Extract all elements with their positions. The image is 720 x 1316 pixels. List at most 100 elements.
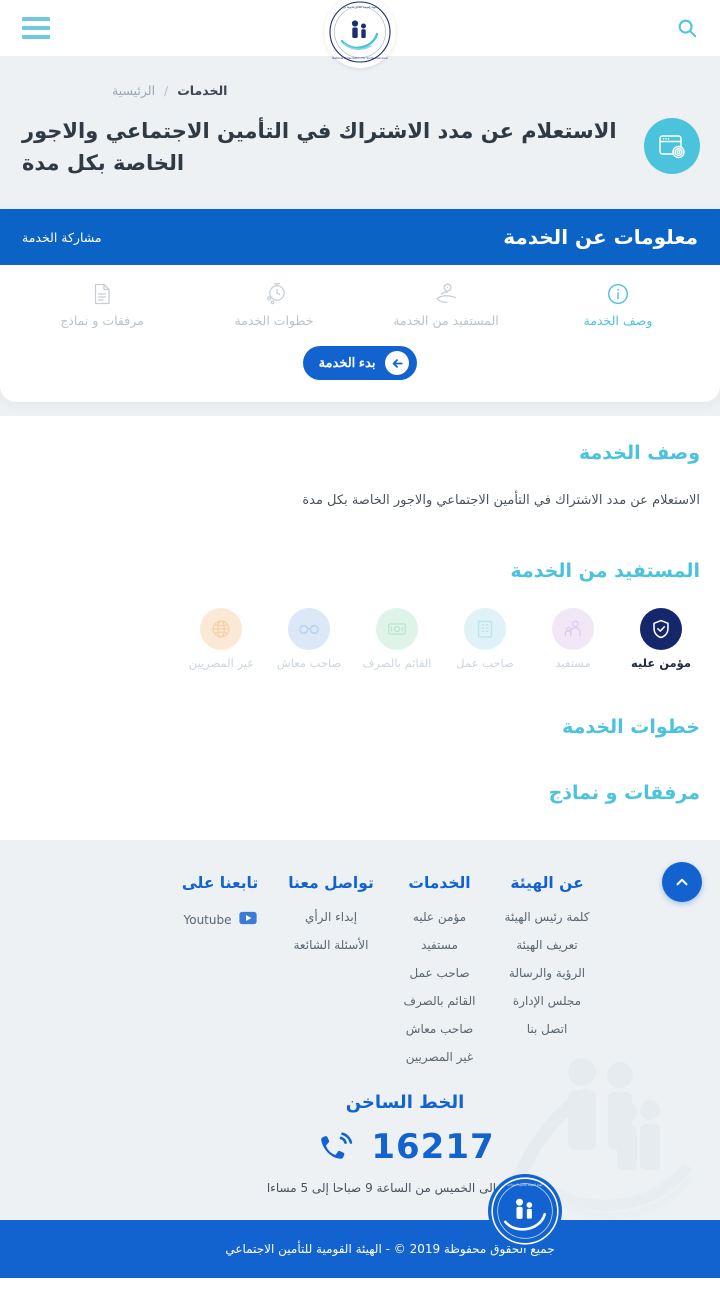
service-tabs: وصف الخدمة المستفيد من الخدمة خطوات الخد… <box>0 265 720 332</box>
top-bar: الهيئة القومية للتأمين الاجتماعي Nationa… <box>0 0 720 68</box>
scroll-to-top-button[interactable] <box>662 862 702 902</box>
footer-link[interactable]: إبداء الرأي <box>275 910 387 924</box>
hamburger-bar <box>22 26 50 30</box>
section-heading: وصف الخدمة <box>578 442 700 464</box>
social-label: Youtube <box>183 912 232 927</box>
service-info-title: معلومات عن الخدمة <box>503 225 698 249</box>
phone-ring-icon <box>315 1125 355 1169</box>
hamburger-bar <box>22 17 50 21</box>
page-title: الاستعلام عن مدد الاشتراك في التأمين الا… <box>22 119 617 175</box>
tab-service-description[interactable]: وصف الخدمة <box>532 281 704 328</box>
section-beneficiary: المستفيد من الخدمة مؤمن عليه مستفيد صاحب… <box>20 560 700 670</box>
footer-column-title: تواصل معنا <box>288 874 374 893</box>
footer-link[interactable]: الرؤية والرسالة <box>492 966 602 980</box>
footer-columns: عن الهيئة كلمة رئيس الهيئة تعريف الهيئة … <box>22 874 698 1078</box>
section-heading: مرفقات و نماذج <box>548 782 700 805</box>
arrow-left-circle-icon <box>385 351 410 375</box>
footer-link[interactable]: القائم بالصرف <box>387 994 492 1008</box>
hamburger-bar <box>22 35 50 39</box>
beneficiary-item-pensioner[interactable]: صاحب معاش <box>272 608 346 670</box>
beneficiary-label: غير المصريين <box>188 656 254 671</box>
section-heading: خطوات الخدمة <box>562 716 700 739</box>
tab-label: خطوات الخدمة <box>234 313 314 328</box>
beneficiary-item-insured[interactable]: مؤمن عليه <box>624 608 698 670</box>
section-attachments: مرفقات و نماذج <box>20 782 700 804</box>
hotline-number[interactable]: 16217 <box>371 1127 494 1167</box>
family-person-icon <box>552 608 594 651</box>
beneficiary-label: صاحب معاش <box>276 656 342 671</box>
tab-service-beneficiary[interactable]: المستفيد من الخدمة <box>360 281 532 328</box>
footer-link[interactable]: مجلس الإدارة <box>492 994 602 1008</box>
start-service-label: بدء الخدمة <box>318 355 376 370</box>
main-content: وصف الخدمة الاستعلام عن مدد الاشتراك في … <box>0 416 720 841</box>
beneficiary-list: مؤمن عليه مستفيد صاحب عمل القائم بالصرف … <box>20 608 700 670</box>
breadcrumb-separator: / <box>164 83 169 98</box>
money-icon <box>376 608 418 651</box>
info-circle-icon <box>606 281 630 307</box>
beneficiary-item-recipient[interactable]: مستفيد <box>536 608 610 670</box>
hotline-title: الخط الساخن <box>345 1092 465 1114</box>
footer-link[interactable]: تعريف الهيئة <box>492 938 602 952</box>
footer-column-title: الخدمات <box>408 874 471 893</box>
footer-link[interactable]: غير المصريين <box>387 1050 492 1064</box>
tab-label: المستفيد من الخدمة <box>393 313 499 328</box>
beneficiary-item-non-egyptians[interactable]: غير المصريين <box>184 608 258 670</box>
footer-link[interactable]: مؤمن عليه <box>387 910 492 924</box>
footer-column-title: تابعنا على <box>181 874 259 893</box>
site-logo[interactable]: الهيئة القومية للتأمين الاجتماعي Nationa… <box>324 0 396 68</box>
globe-icon <box>200 608 242 651</box>
svg-text:National Organization For Soci: National Organization For Social Insuran… <box>332 56 388 60</box>
footer-column-services: الخدمات مؤمن عليه مستفيد صاحب عمل القائم… <box>387 874 492 1078</box>
chevron-up-icon <box>676 878 688 886</box>
svg-text:الهيئة القومية للتأمين الاجتما: الهيئة القومية للتأمين الاجتماعي <box>507 1182 543 1186</box>
hand-person-icon <box>433 281 459 307</box>
beneficiary-label: مؤمن عليه <box>630 656 692 671</box>
search-icon[interactable] <box>672 13 702 43</box>
service-card-wrapper: معلومات عن الخدمة مشاركة الخدمة وصف الخد… <box>0 209 720 416</box>
footer-link[interactable]: صاحب معاش <box>387 1022 492 1036</box>
service-info-card: معلومات عن الخدمة مشاركة الخدمة وصف الخد… <box>0 209 720 402</box>
hero-row: الاستعلام عن مدد الاشتراك في التأمين الا… <box>20 116 700 179</box>
hamburger-menu-icon[interactable] <box>18 14 50 42</box>
copyright-bar: الهيئة القومية للتأمين الاجتماعي جميع ال… <box>0 1174 720 1279</box>
start-service-wrapper: بدء الخدمة <box>0 332 720 402</box>
footer-link[interactable]: صاحب عمل <box>387 966 492 980</box>
beneficiary-item-disburser[interactable]: القائم بالصرف <box>360 608 434 670</box>
svg-text:الهيئة القومية للتأمين الاجتما: الهيئة القومية للتأمين الاجتماعي <box>343 5 377 9</box>
service-description-text: الاستعلام عن مدد الاشتراك في التأمين الا… <box>302 493 700 508</box>
hotline-row: 16217 <box>112 1125 698 1169</box>
hotline-block: الخط الساخن 16217 من الأحد إلى الخميس من… <box>22 1092 698 1195</box>
footer-link[interactable]: كلمة رئيس الهيئة <box>492 910 602 924</box>
footer-link[interactable]: مستفيد <box>387 938 492 952</box>
beneficiary-item-employer[interactable]: صاحب عمل <box>448 608 522 670</box>
youtube-icon <box>238 910 257 929</box>
document-icon <box>91 281 113 307</box>
tab-service-steps[interactable]: خطوات الخدمة <box>188 281 360 328</box>
footer-seal-logo: الهيئة القومية للتأمين الاجتماعي <box>488 1174 562 1249</box>
breadcrumb: الخدمات / الرئيسية <box>20 83 700 98</box>
glasses-icon <box>288 608 330 651</box>
site-footer: عن الهيئة كلمة رئيس الهيئة تعريف الهيئة … <box>0 840 720 1221</box>
breadcrumb-home[interactable]: الرئيسية <box>112 83 155 98</box>
tab-label: وصف الخدمة <box>583 313 653 328</box>
footer-column-follow: تابعنا على Youtube <box>165 874 275 1078</box>
footer-link[interactable]: اتصل بنا <box>492 1022 602 1036</box>
tab-attachments-forms[interactable]: مرفقات و نماذج <box>16 281 188 328</box>
footer-column-title: عن الهيئة <box>510 874 584 893</box>
shield-check-icon <box>640 608 682 651</box>
hotline-hours: من الأحد إلى الخميس من الساعة 9 صباحا إل… <box>266 1181 544 1196</box>
footer-column-contact: تواصل معنا إبداء الرأي الأسئلة الشائعة <box>275 874 387 1078</box>
page-root: الهيئة القومية للتأمين الاجتماعي Nationa… <box>0 0 720 1316</box>
start-service-button[interactable]: بدء الخدمة <box>302 346 418 380</box>
social-link-youtube[interactable]: Youtube <box>165 910 275 929</box>
tab-label: مرفقات و نماذج <box>60 313 144 328</box>
footer-column-about: عن الهيئة كلمة رئيس الهيئة تعريف الهيئة … <box>492 874 602 1078</box>
building-icon <box>464 608 506 651</box>
section-service-steps: خطوات الخدمة <box>20 716 700 738</box>
footer-link[interactable]: الأسئلة الشائعة <box>275 938 387 952</box>
share-service-link[interactable]: مشاركة الخدمة <box>22 230 102 245</box>
browser-gear-icon <box>644 118 700 174</box>
beneficiary-label: مستفيد <box>555 656 591 671</box>
section-service-description: وصف الخدمة الاستعلام عن مدد الاشتراك في … <box>20 442 700 512</box>
breadcrumb-current[interactable]: الخدمات <box>177 83 227 98</box>
